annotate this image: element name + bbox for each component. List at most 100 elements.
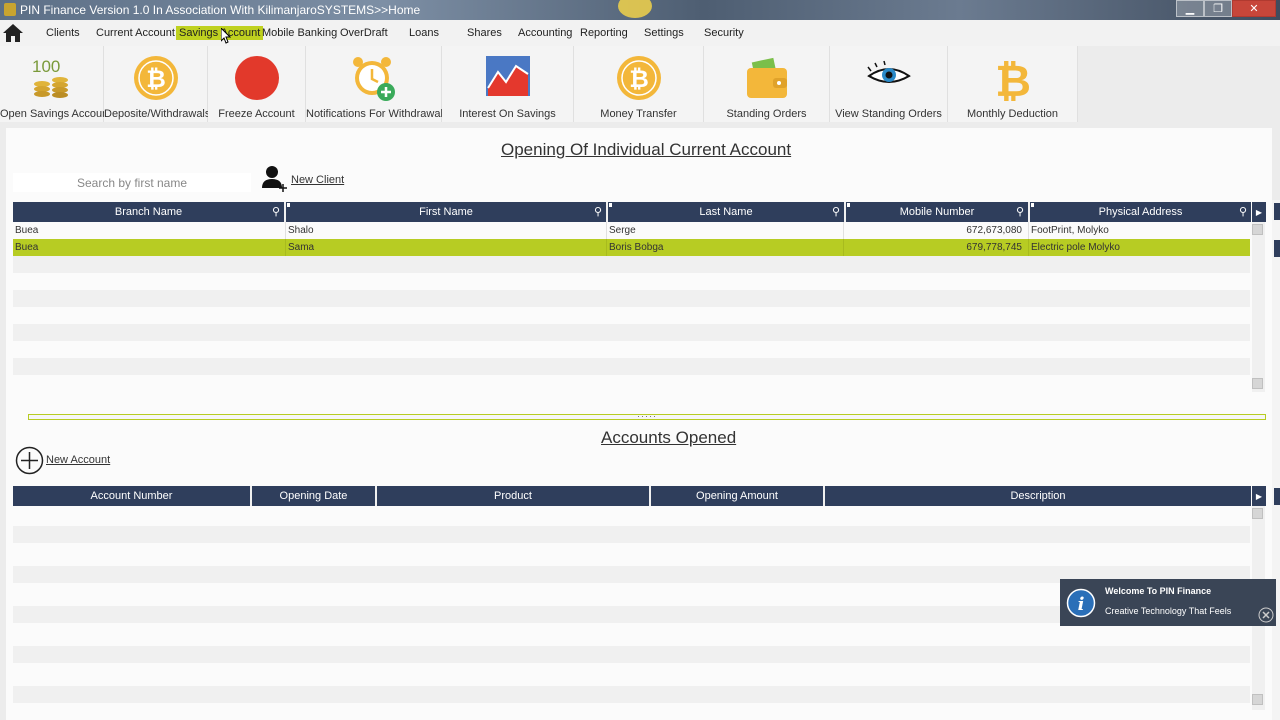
standing-orders-label: Standing Orders — [726, 108, 807, 120]
clients-grid-scrollbar[interactable] — [1252, 222, 1265, 392]
monthly-deduction-label: Monthly Deduction — [966, 108, 1059, 120]
menu-current-account[interactable]: Current Account — [93, 26, 178, 40]
freeze-account-button[interactable]: Freeze Account — [208, 46, 306, 122]
standing-orders-button[interactable]: Standing Orders — [704, 46, 830, 122]
column-label: Account Number — [90, 490, 173, 502]
home-icon[interactable] — [3, 24, 23, 42]
filter-icon[interactable]: ⚲ — [1239, 205, 1247, 218]
column-header-opening-amount[interactable]: Opening Amount — [651, 486, 825, 506]
welcome-toast[interactable]: i Welcome To PIN Finance Creative Techno… — [1060, 579, 1276, 626]
empty-row — [13, 324, 1250, 341]
svg-text:₿: ₿ — [146, 65, 166, 93]
scroll-down-thumb[interactable] — [1252, 694, 1263, 705]
money-transfer-button[interactable]: ₿ Money Transfer — [574, 46, 704, 122]
column-header-last-name[interactable]: Last Name ⚲ — [608, 202, 846, 222]
red-circle-icon — [234, 56, 279, 100]
column-header-opening-date[interactable]: Opening Date — [252, 486, 377, 506]
column-header-product[interactable]: Product — [377, 486, 651, 506]
interest-on-savings-button[interactable]: Interest On Savings — [442, 46, 574, 122]
table-row-selected[interactable]: Buea Sama Boris Bobga 679,778,745 Electr… — [13, 239, 1250, 256]
column-scroll-right-icon[interactable]: ▶ — [1252, 486, 1266, 506]
filter-icon[interactable]: ⚲ — [594, 205, 602, 218]
new-account-link[interactable]: New Account — [46, 454, 110, 466]
menu-overdraft[interactable]: OverDraft — [337, 26, 391, 40]
side-panel-edge — [1272, 200, 1280, 720]
search-input[interactable] — [13, 173, 251, 192]
open-savings-account-button[interactable]: 100 Open Savings Account — [0, 46, 112, 122]
empty-row — [13, 526, 1250, 543]
menu-clients[interactable]: Clients — [43, 26, 83, 40]
column-pin-icon — [1031, 203, 1034, 207]
filter-icon[interactable]: ⚲ — [1016, 205, 1024, 218]
empty-row — [13, 273, 1250, 290]
add-user-icon[interactable] — [261, 164, 289, 192]
deposit-withdrawals-button[interactable]: ₿ Deposite/Withdrawals — [104, 46, 210, 122]
accounts-grid-header: Account Number Opening Date Product Open… — [13, 486, 1251, 506]
empty-row — [13, 290, 1250, 307]
menu-mobile-banking[interactable]: Mobile Banking — [259, 26, 340, 40]
cell-branch: Buea — [13, 222, 286, 239]
interest-on-savings-label: Interest On Savings — [459, 108, 556, 120]
empty-row — [13, 358, 1250, 375]
filter-icon[interactable]: ⚲ — [832, 205, 840, 218]
column-header-mobile-number[interactable]: Mobile Number ⚲ — [846, 202, 1030, 222]
menu-accounting[interactable]: Accounting — [515, 26, 575, 40]
column-label: Description — [1010, 490, 1066, 502]
column-header-first-name[interactable]: First Name ⚲ — [286, 202, 608, 222]
edge-marker — [1274, 240, 1280, 257]
window-title: PIN Finance Version 1.0 In Association W… — [20, 3, 421, 17]
panel-splitter[interactable]: ····· — [28, 411, 1266, 421]
column-header-description[interactable]: Description — [825, 486, 1251, 506]
menu-bar: Clients Current Account Savings Account … — [0, 20, 1280, 46]
empty-row — [13, 626, 1250, 643]
clients-section-title: Opening Of Individual Current Account — [501, 140, 792, 159]
cell-last-name: Serge — [607, 222, 844, 239]
open-savings-account-label: Open Savings Account — [0, 108, 112, 120]
empty-row — [13, 375, 1250, 392]
bitcoin-symbol-icon: ₿ — [995, 56, 1031, 102]
close-icon[interactable] — [1258, 607, 1274, 623]
table-row[interactable]: Buea Shalo Serge 672,673,080 FootPrint, … — [13, 222, 1250, 239]
menu-reporting[interactable]: Reporting — [577, 26, 631, 40]
menu-loans[interactable]: Loans — [406, 26, 442, 40]
column-header-physical-address[interactable]: Physical Address ⚲ — [1030, 202, 1251, 222]
scroll-up-thumb[interactable] — [1252, 508, 1263, 519]
view-standing-orders-button[interactable]: View Standing Orders — [830, 46, 948, 122]
empty-row — [13, 546, 1250, 563]
window-controls: ▁ ❐ ✕ — [1176, 0, 1276, 17]
splitter-grip: ····· — [637, 411, 657, 421]
new-client-link[interactable]: New Client — [291, 174, 344, 186]
view-standing-orders-label: View Standing Orders — [835, 108, 942, 120]
scroll-down-thumb[interactable] — [1252, 378, 1263, 389]
cell-branch: Buea — [13, 239, 286, 256]
menu-savings-account[interactable]: Savings Account — [176, 26, 264, 40]
empty-row — [13, 256, 1250, 273]
maximize-button[interactable]: ❐ — [1204, 0, 1232, 17]
cell-mobile: 679,778,745 — [844, 239, 1029, 256]
scroll-up-thumb[interactable] — [1252, 224, 1263, 235]
menu-settings[interactable]: Settings — [641, 26, 687, 40]
app-icon — [4, 3, 16, 16]
column-scroll-right-icon[interactable]: ▶ — [1252, 202, 1266, 222]
decorative-glow — [618, 0, 652, 18]
column-pin-icon — [847, 203, 850, 207]
filter-icon[interactable]: ⚲ — [272, 205, 280, 218]
plus-circle-icon[interactable] — [15, 446, 44, 475]
notifications-for-withdrawals-button[interactable]: Notifications For Withdrawals — [306, 46, 448, 122]
ribbon-toolbar: 100 Open Savings Account ₿ Deposite/With… — [0, 46, 1078, 122]
monthly-deduction-button[interactable]: ₿ Monthly Deduction — [948, 46, 1078, 122]
menu-security[interactable]: Security — [701, 26, 747, 40]
close-button[interactable]: ✕ — [1232, 0, 1276, 17]
column-header-branch-name[interactable]: Branch Name ⚲ — [13, 202, 286, 222]
cell-address: Electric pole Molyko — [1031, 242, 1120, 253]
minimize-button[interactable]: ▁ — [1176, 0, 1204, 17]
alarm-clock-add-icon — [352, 57, 395, 101]
column-label: Physical Address — [1098, 206, 1183, 218]
wallet-icon — [746, 57, 787, 98]
info-icon: i — [1066, 588, 1096, 618]
svg-text:₿: ₿ — [629, 65, 649, 93]
coins-100-icon: 100 — [32, 57, 68, 98]
bitcoin-icon: ₿ — [616, 56, 661, 100]
menu-shares[interactable]: Shares — [464, 26, 505, 40]
column-header-account-number[interactable]: Account Number — [13, 486, 252, 506]
